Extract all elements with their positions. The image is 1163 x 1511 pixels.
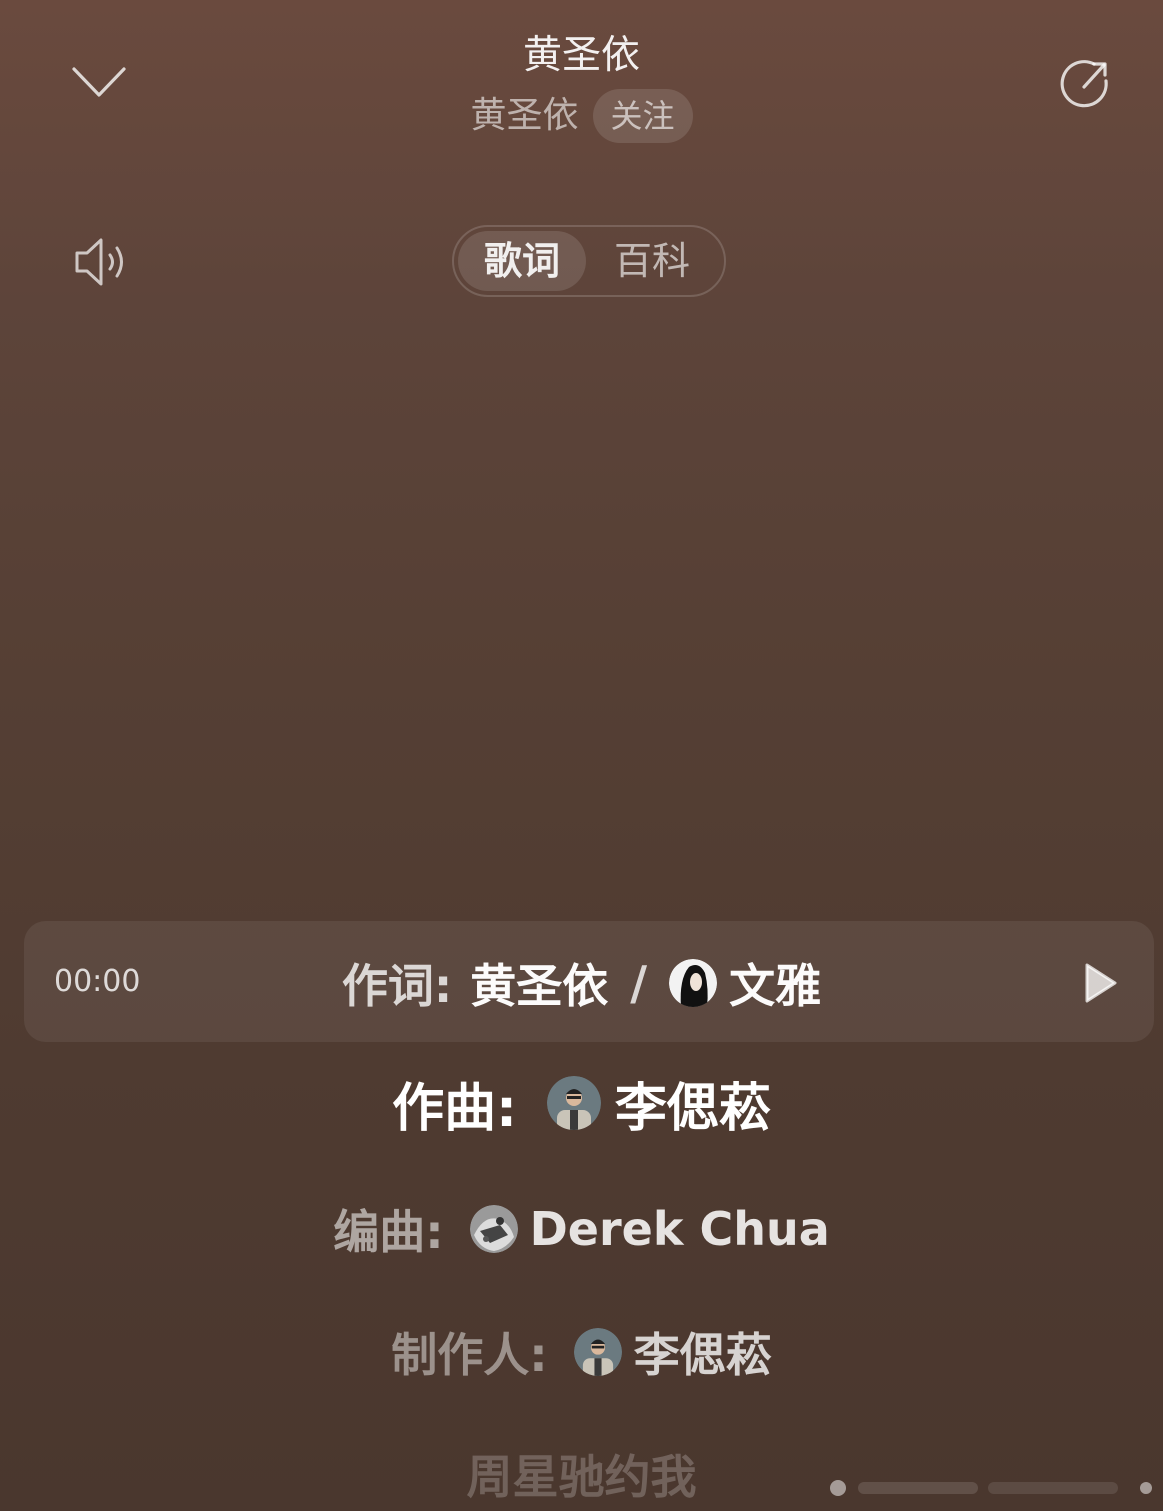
avatar[interactable]: [469, 1205, 518, 1253]
lyricist-label: 作词:: [341, 959, 453, 1013]
arranger-label: 编曲:: [333, 1205, 444, 1259]
tab-lyrics[interactable]: 歌词: [458, 231, 586, 291]
avatar-image: [469, 1205, 518, 1253]
sound-effect-button[interactable]: [66, 228, 138, 296]
producer-label: 制作人:: [391, 1328, 548, 1382]
tab-wiki[interactable]: 百科: [586, 231, 718, 291]
avatar-image: [546, 1076, 601, 1130]
lyric-line-lyricist: 作词: 黄圣依 / 文雅: [0, 952, 1163, 1014]
watermark: [828, 1476, 1158, 1500]
artist-name[interactable]: 黄圣依: [470, 88, 578, 144]
avatar[interactable]: [669, 959, 718, 1007]
lyricist-name-1[interactable]: 黄圣依: [470, 950, 608, 1016]
lyric-line-composer: 作曲: 李偲菘: [0, 1070, 1163, 1139]
song-title: 黄圣依: [522, 33, 640, 78]
share-icon: [1060, 60, 1108, 108]
composer-label: 作曲:: [392, 1078, 517, 1139]
producer-name[interactable]: 李偲菘: [634, 1319, 772, 1385]
avatar-image: [669, 959, 718, 1007]
share-button[interactable]: [1050, 52, 1122, 118]
avatar[interactable]: [573, 1328, 622, 1376]
composer-name[interactable]: 李偲菘: [615, 1066, 771, 1141]
lyrics-wiki-switch: 歌词 百科: [452, 225, 726, 297]
lyricist-name-2[interactable]: 文雅: [729, 950, 821, 1016]
follow-button[interactable]: 关注: [592, 89, 693, 143]
lyric-line-producer: 制作人: 李偲菘: [0, 1322, 1163, 1382]
lyricist-separator: /: [630, 956, 648, 1010]
lyric-line-arranger: 编曲: Derek Chua: [0, 1199, 1163, 1259]
speaker-icon: [75, 238, 123, 286]
avatar-image: [573, 1328, 622, 1376]
artist-row: 黄圣依 关注: [0, 88, 1163, 144]
arranger-name[interactable]: Derek Chua: [530, 1202, 830, 1256]
watermark-logo: [830, 1480, 1152, 1496]
avatar[interactable]: [546, 1076, 601, 1130]
